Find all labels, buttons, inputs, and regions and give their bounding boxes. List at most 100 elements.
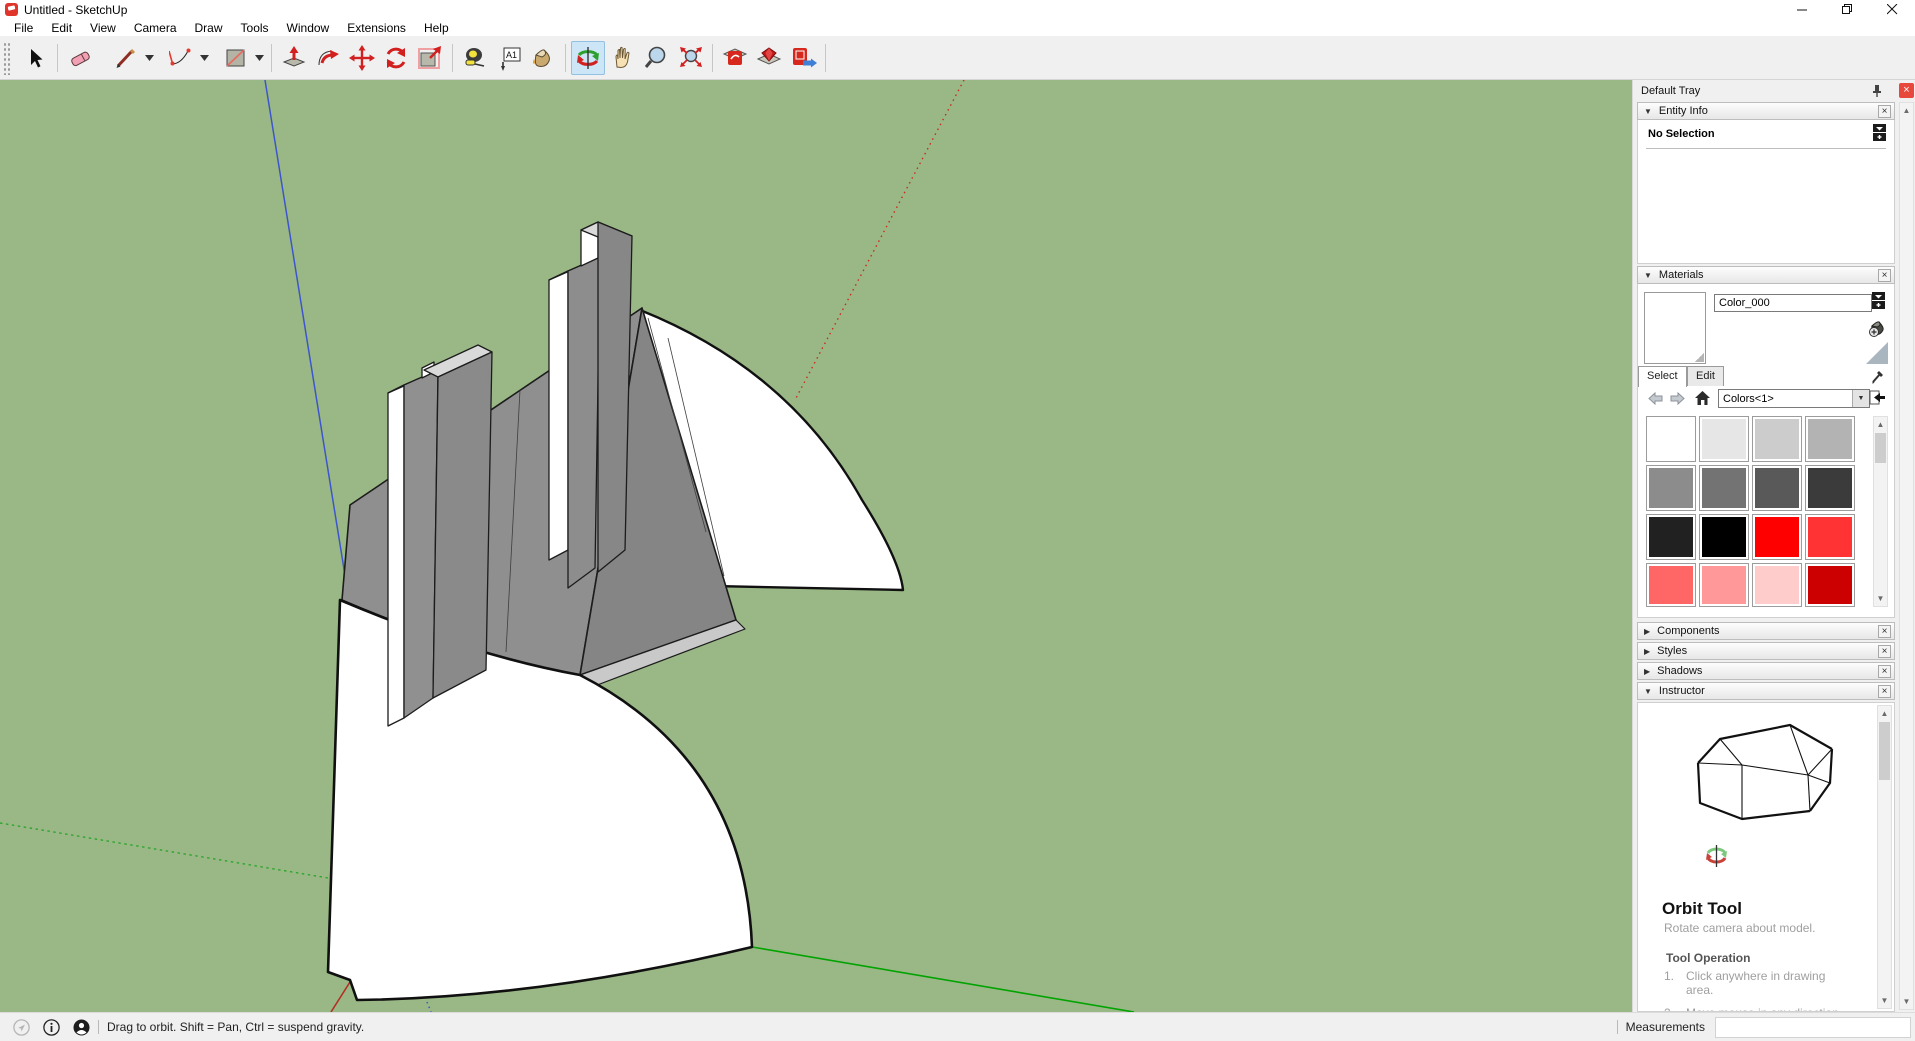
scroll-down-icon[interactable]: ▼ bbox=[1878, 993, 1891, 1008]
eyedropper-icon[interactable] bbox=[1870, 368, 1886, 385]
move-tool-button[interactable] bbox=[345, 41, 379, 75]
materials-header[interactable]: ▼ Materials × bbox=[1637, 266, 1895, 284]
arc-tool-button[interactable] bbox=[164, 41, 198, 75]
back-arrow-icon[interactable] bbox=[1648, 392, 1663, 405]
select-tool-button[interactable] bbox=[18, 41, 52, 75]
menu-draw[interactable]: Draw bbox=[186, 20, 232, 36]
send-to-layout-button[interactable] bbox=[786, 41, 820, 75]
color-swatch[interactable] bbox=[1699, 563, 1749, 607]
menu-file[interactable]: File bbox=[5, 20, 42, 36]
color-swatch[interactable] bbox=[1752, 514, 1802, 560]
menu-camera[interactable]: Camera bbox=[125, 20, 186, 36]
rectangle-tool-dropdown[interactable] bbox=[253, 41, 266, 75]
follow-me-tool-button[interactable] bbox=[311, 41, 345, 75]
color-swatch[interactable] bbox=[1646, 514, 1696, 560]
create-material-icon[interactable] bbox=[1868, 318, 1888, 338]
tab-edit[interactable]: Edit bbox=[1687, 366, 1724, 386]
tray-scrollbar[interactable]: ▲ ▼ bbox=[1899, 102, 1914, 1010]
scroll-up-icon[interactable]: ▲ bbox=[1874, 417, 1887, 432]
line-tool-button[interactable] bbox=[109, 41, 143, 75]
color-swatch[interactable] bbox=[1646, 416, 1696, 462]
menu-extensions[interactable]: Extensions bbox=[338, 20, 415, 36]
info-status-icon[interactable] bbox=[43, 1019, 60, 1036]
color-swatch[interactable] bbox=[1752, 416, 1802, 462]
tape-measure-tool-button[interactable] bbox=[458, 41, 492, 75]
line-tool-dropdown[interactable] bbox=[143, 41, 156, 75]
shadows-close-button[interactable]: × bbox=[1878, 665, 1891, 678]
material-collection-dropdown[interactable]: Colors<1> ▼ bbox=[1718, 389, 1870, 408]
instructor-scrollbar[interactable]: ▲ ▼ bbox=[1877, 705, 1892, 1009]
measurements-input[interactable] bbox=[1715, 1017, 1911, 1038]
scroll-thumb[interactable] bbox=[1879, 722, 1890, 780]
color-swatch[interactable] bbox=[1699, 514, 1749, 560]
tray-close-button[interactable]: × bbox=[1899, 83, 1914, 98]
menu-bar: File Edit View Camera Draw Tools Window … bbox=[0, 19, 1915, 37]
material-name-input[interactable] bbox=[1714, 294, 1872, 312]
tab-select[interactable]: Select bbox=[1638, 366, 1687, 387]
rectangle-tool-button[interactable] bbox=[219, 41, 253, 75]
eraser-tool-button[interactable] bbox=[63, 41, 97, 75]
color-grid-scrollbar[interactable]: ▲ ▼ bbox=[1873, 416, 1888, 607]
account-status-icon[interactable] bbox=[73, 1019, 90, 1036]
color-swatch[interactable] bbox=[1752, 465, 1802, 511]
arc-tool-dropdown[interactable] bbox=[198, 41, 211, 75]
minimize-button[interactable] bbox=[1780, 0, 1825, 19]
entity-info-close-button[interactable]: × bbox=[1878, 105, 1891, 118]
push-pull-tool-button[interactable] bbox=[277, 41, 311, 75]
material-details-toggle-icon[interactable] bbox=[1872, 292, 1885, 309]
pin-icon[interactable] bbox=[1871, 84, 1883, 97]
components-header[interactable]: ▶ Components × bbox=[1637, 622, 1895, 640]
text-tool-button[interactable]: A1 bbox=[492, 41, 526, 75]
color-swatch[interactable] bbox=[1646, 563, 1696, 607]
menu-window[interactable]: Window bbox=[278, 20, 339, 36]
pencil-icon bbox=[114, 46, 138, 70]
menu-edit[interactable]: Edit bbox=[42, 20, 81, 36]
tray-scroll-down-icon[interactable]: ▼ bbox=[1900, 994, 1913, 1009]
entity-details-toggle-icon[interactable] bbox=[1873, 124, 1886, 141]
dropdown-arrow-icon[interactable]: ▼ bbox=[1852, 390, 1869, 407]
components-close-button[interactable]: × bbox=[1878, 625, 1891, 638]
menu-tools[interactable]: Tools bbox=[232, 20, 278, 36]
pan-tool-button[interactable] bbox=[605, 41, 639, 75]
color-swatch[interactable] bbox=[1699, 465, 1749, 511]
toolbar-grip[interactable] bbox=[2, 41, 10, 75]
styles-label: Styles bbox=[1657, 645, 1687, 657]
color-swatch[interactable] bbox=[1646, 465, 1696, 511]
secondary-pane-arrow-icon[interactable] bbox=[1868, 389, 1886, 407]
menu-help[interactable]: Help bbox=[415, 20, 458, 36]
color-swatch[interactable] bbox=[1805, 514, 1855, 560]
viewport-canvas[interactable] bbox=[0, 80, 1632, 1012]
scroll-up-icon[interactable]: ▲ bbox=[1878, 706, 1891, 721]
color-swatch[interactable] bbox=[1805, 563, 1855, 607]
scroll-thumb[interactable] bbox=[1875, 433, 1886, 463]
styles-close-button[interactable]: × bbox=[1878, 645, 1891, 658]
home-icon[interactable] bbox=[1694, 390, 1711, 406]
extension-warehouse-button[interactable] bbox=[718, 41, 752, 75]
instructor-close-button[interactable]: × bbox=[1878, 685, 1891, 698]
forward-arrow-icon[interactable] bbox=[1670, 392, 1685, 405]
color-swatch[interactable] bbox=[1699, 416, 1749, 462]
materials-close-button[interactable]: × bbox=[1878, 269, 1891, 282]
offset-tool-button[interactable] bbox=[413, 41, 447, 75]
color-swatch[interactable] bbox=[1805, 465, 1855, 511]
color-swatch[interactable] bbox=[1752, 563, 1802, 607]
material-preview-swatch[interactable] bbox=[1644, 292, 1706, 364]
menu-view[interactable]: View bbox=[81, 20, 125, 36]
rotate-tool-button[interactable] bbox=[379, 41, 413, 75]
instructor-header[interactable]: ▼ Instructor × bbox=[1637, 682, 1895, 700]
zoom-extents-button[interactable] bbox=[673, 41, 707, 75]
styles-header[interactable]: ▶ Styles × bbox=[1637, 642, 1895, 660]
sample-paint-icon[interactable] bbox=[1866, 342, 1888, 364]
zoom-tool-button[interactable] bbox=[639, 41, 673, 75]
orbit-tool-button[interactable] bbox=[571, 41, 605, 75]
paint-bucket-tool-button[interactable] bbox=[526, 41, 560, 75]
close-button[interactable] bbox=[1870, 0, 1915, 19]
scroll-down-icon[interactable]: ▼ bbox=[1874, 591, 1887, 606]
entity-info-header[interactable]: ▼ Entity Info × bbox=[1637, 102, 1895, 120]
ruby-console-button[interactable] bbox=[752, 41, 786, 75]
color-swatch[interactable] bbox=[1805, 416, 1855, 462]
shadows-header[interactable]: ▶ Shadows × bbox=[1637, 662, 1895, 680]
geolocation-status-icon[interactable] bbox=[13, 1019, 30, 1036]
tray-scroll-up-icon[interactable]: ▲ bbox=[1900, 103, 1913, 118]
restore-button[interactable] bbox=[1825, 0, 1870, 19]
